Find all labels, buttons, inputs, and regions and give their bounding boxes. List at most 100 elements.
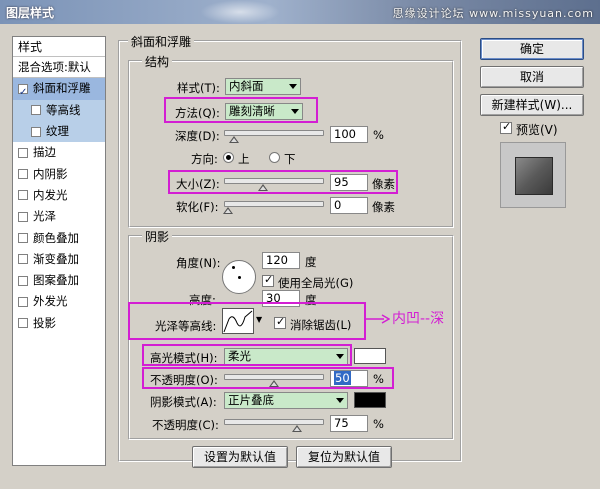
shadow-opacity-unit: % bbox=[373, 417, 384, 431]
depth-slider-thumb[interactable] bbox=[228, 136, 239, 143]
style-item-label: 颜色叠加 bbox=[33, 230, 79, 245]
shadow-opacity-slider-thumb[interactable] bbox=[292, 425, 302, 432]
anti-alias-label[interactable]: 消除锯齿(L) bbox=[290, 317, 351, 333]
chevron-down-icon bbox=[336, 354, 344, 359]
style-item-label: 投影 bbox=[33, 315, 56, 330]
style-item-stroke[interactable]: 描边 bbox=[13, 142, 105, 163]
style-item-texture[interactable]: 纹理 bbox=[13, 120, 105, 143]
layer-style-dialog: 样式 混合选项:默认 斜面和浮雕 等高线 纹理 描边 内阴影 内发光 光泽 颜色… bbox=[0, 24, 600, 489]
checkbox-icon[interactable] bbox=[18, 318, 28, 329]
checkbox-icon[interactable] bbox=[18, 296, 28, 307]
soften-slider-track[interactable] bbox=[224, 201, 324, 207]
size-slider-track[interactable] bbox=[224, 178, 324, 184]
style-item-label: 斜面和浮雕 bbox=[33, 81, 91, 96]
highlight-mode-value: 柔光 bbox=[228, 349, 251, 363]
angle-dial[interactable] bbox=[222, 260, 256, 294]
window-title: 图层样式 bbox=[6, 6, 55, 20]
style-list-header[interactable]: 样式 bbox=[13, 37, 105, 57]
style-item-inner-shadow[interactable]: 内阴影 bbox=[13, 163, 105, 184]
highlight-opacity-input[interactable]: 50 bbox=[330, 370, 368, 387]
style-label: 样式(T): bbox=[177, 81, 220, 95]
watermark: 思缘设计论坛 www.missyuan.com bbox=[392, 7, 594, 20]
style-item-color-overlay[interactable]: 颜色叠加 bbox=[13, 227, 105, 248]
preview-square bbox=[515, 157, 553, 195]
reset-default-button[interactable]: 复位为默认值 bbox=[296, 446, 392, 468]
ok-button[interactable]: 确定 bbox=[480, 38, 584, 60]
global-light-label[interactable]: 使用全局光(G) bbox=[278, 275, 353, 291]
angle-label: 角度(N): bbox=[176, 256, 221, 270]
style-item-drop-shadow[interactable]: 投影 bbox=[13, 313, 105, 334]
checkbox-icon[interactable] bbox=[31, 126, 41, 137]
checkbox-icon[interactable] bbox=[18, 190, 28, 201]
chevron-down-icon bbox=[289, 84, 297, 89]
technique-select-value: 雕刻清晰 bbox=[229, 104, 275, 118]
preview-label[interactable]: 预览(V) bbox=[516, 121, 558, 138]
depth-label: 深度(D): bbox=[175, 129, 220, 143]
highlight-mode-label: 高光模式(H): bbox=[150, 351, 218, 365]
style-item-gradient-overlay[interactable]: 渐变叠加 bbox=[13, 249, 105, 270]
chevron-down-icon bbox=[336, 398, 344, 403]
style-list: 样式 混合选项:默认 斜面和浮雕 等高线 纹理 描边 内阴影 内发光 光泽 颜色… bbox=[12, 36, 106, 466]
checkbox-icon[interactable] bbox=[18, 211, 28, 222]
size-slider-thumb[interactable] bbox=[257, 184, 268, 191]
technique-select[interactable]: 雕刻清晰 bbox=[225, 103, 303, 120]
style-item-satin[interactable]: 光泽 bbox=[13, 206, 105, 227]
shadow-color-swatch[interactable] bbox=[354, 392, 386, 408]
contour-chevron-icon[interactable]: ▼ bbox=[256, 315, 262, 324]
shadow-mode-select[interactable]: 正片叠底 bbox=[224, 392, 348, 409]
style-item-label: 外发光 bbox=[33, 294, 68, 309]
soften-input[interactable]: 0 bbox=[330, 197, 368, 214]
style-item-outer-glow[interactable]: 外发光 bbox=[13, 291, 105, 312]
angle-input[interactable]: 120 bbox=[262, 252, 300, 269]
shadow-opacity-slider-track[interactable] bbox=[224, 419, 324, 425]
direction-down-radio[interactable] bbox=[269, 152, 280, 163]
style-item-blend-options[interactable]: 混合选项:默认 bbox=[13, 57, 105, 79]
checkbox-icon[interactable] bbox=[18, 82, 28, 103]
style-select[interactable]: 内斜面 bbox=[225, 78, 301, 95]
shadow-mode-label: 阴影模式(A): bbox=[150, 395, 217, 409]
anti-alias-checkbox[interactable] bbox=[274, 315, 286, 329]
altitude-label: 高度: bbox=[189, 293, 216, 307]
gloss-contour-picker[interactable] bbox=[222, 308, 254, 334]
make-default-button[interactable]: 设置为默认值 bbox=[192, 446, 288, 468]
checkbox-icon[interactable] bbox=[18, 254, 28, 265]
style-item-bevel-emboss[interactable]: 斜面和浮雕 bbox=[13, 78, 105, 103]
style-item-inner-glow[interactable]: 内发光 bbox=[13, 185, 105, 206]
depth-slider-track[interactable] bbox=[224, 130, 324, 136]
title-decoration bbox=[200, 0, 280, 24]
contour-curve-icon bbox=[223, 310, 253, 333]
global-light-checkbox[interactable] bbox=[262, 273, 274, 287]
style-item-label: 渐变叠加 bbox=[33, 251, 79, 266]
shadow-opacity-input[interactable]: 75 bbox=[330, 415, 368, 432]
style-item-pattern-overlay[interactable]: 图案叠加 bbox=[13, 270, 105, 291]
highlight-mode-select[interactable]: 柔光 bbox=[224, 348, 348, 365]
style-item-label: 内发光 bbox=[33, 187, 68, 202]
checkbox-icon[interactable] bbox=[18, 147, 28, 158]
size-label: 大小(Z): bbox=[176, 177, 220, 191]
checkbox-icon[interactable] bbox=[18, 275, 28, 286]
style-item-label: 内阴影 bbox=[33, 166, 68, 181]
checkbox-icon[interactable] bbox=[31, 105, 41, 116]
highlight-opacity-slider-thumb[interactable] bbox=[269, 380, 279, 387]
checkbox-icon[interactable] bbox=[18, 233, 28, 244]
altitude-input[interactable]: 30 bbox=[262, 290, 300, 307]
altitude-unit: 度 bbox=[305, 293, 317, 307]
direction-up-label[interactable]: 上 bbox=[238, 151, 250, 167]
cancel-button[interactable]: 取消 bbox=[480, 66, 584, 88]
checkbox-icon[interactable] bbox=[18, 169, 28, 180]
style-item-label: 描边 bbox=[33, 145, 56, 160]
highlight-color-swatch[interactable] bbox=[354, 348, 386, 364]
size-unit: 像素 bbox=[372, 177, 395, 191]
structure-title: 结构 bbox=[142, 53, 173, 70]
depth-input[interactable]: 100 bbox=[330, 126, 368, 143]
direction-up-radio[interactable] bbox=[223, 152, 234, 163]
style-select-value: 内斜面 bbox=[229, 79, 264, 93]
direction-down-label[interactable]: 下 bbox=[284, 151, 296, 167]
preview-checkbox[interactable] bbox=[500, 120, 512, 134]
new-style-button[interactable]: 新建样式(W)... bbox=[480, 94, 584, 116]
shadow-opacity-label: 不透明度(C): bbox=[152, 418, 219, 432]
annotation-text: 内凹--深 bbox=[392, 311, 445, 327]
chevron-down-icon bbox=[291, 109, 299, 114]
soften-slider-thumb[interactable] bbox=[223, 207, 233, 214]
size-input[interactable]: 95 bbox=[330, 174, 368, 191]
